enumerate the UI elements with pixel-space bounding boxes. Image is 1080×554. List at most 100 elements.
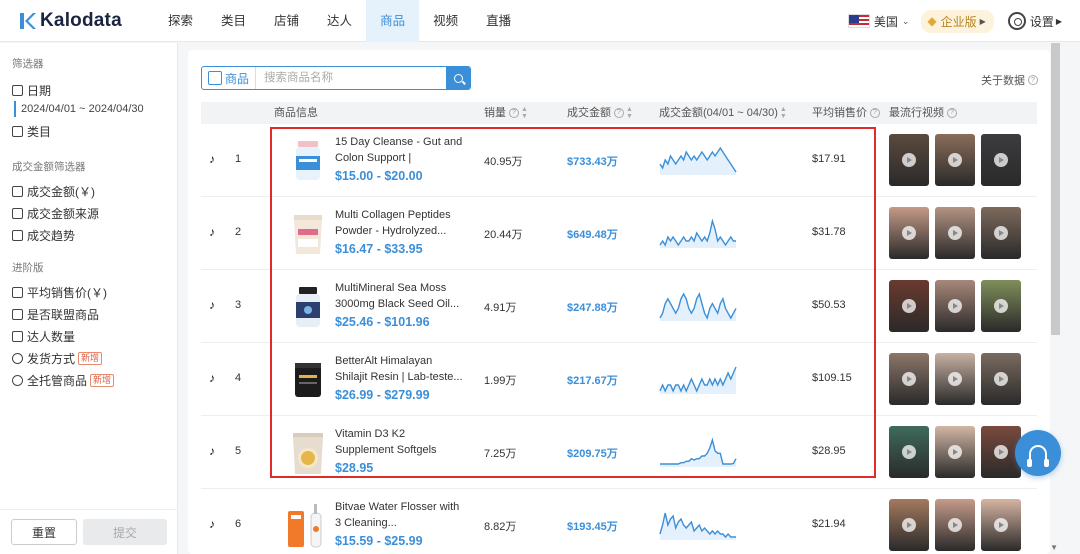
product-thumbnail[interactable] bbox=[285, 282, 331, 330]
col-trend[interactable]: 成交金额(04/01 ~ 04/30) ▲ ▼ bbox=[659, 102, 787, 124]
product-thumbnail[interactable] bbox=[285, 501, 331, 549]
nav-item[interactable]: 视频 bbox=[419, 0, 472, 42]
video-thumbnail[interactable] bbox=[889, 134, 929, 186]
nav-item[interactable]: 达人 bbox=[313, 0, 366, 42]
col-product-label: 商品信息 bbox=[274, 107, 318, 119]
video-thumbnail[interactable] bbox=[935, 134, 975, 186]
chevron-down-icon[interactable]: ⌄ bbox=[902, 16, 910, 27]
rank-number: 4 bbox=[235, 372, 242, 384]
grid-icon bbox=[12, 125, 23, 137]
scrollbar-thumb[interactable] bbox=[1051, 43, 1060, 335]
product-name[interactable]: Vitamin D3 K2 Supplement Softgels bbox=[335, 426, 465, 458]
brand-logo[interactable]: Kalodata bbox=[18, 10, 148, 32]
col-avg-price[interactable]: 平均销售价? bbox=[812, 102, 880, 124]
product-thumbnail[interactable] bbox=[285, 209, 331, 257]
sort-icon[interactable]: ▲ ▼ bbox=[521, 106, 528, 120]
cube-icon bbox=[208, 71, 222, 85]
link-icon bbox=[12, 308, 23, 320]
video-thumbnail[interactable] bbox=[935, 280, 975, 332]
revenue-value: $733.43万 bbox=[567, 156, 618, 168]
table-row[interactable]: ♪ 3 MultiMineral Sea Moss 3000mg Black See… bbox=[201, 270, 1037, 343]
nav-item[interactable]: 探索 bbox=[154, 0, 207, 42]
submit-button[interactable]: 提交 bbox=[83, 519, 167, 545]
video-thumbnail[interactable] bbox=[981, 134, 1021, 186]
scroll-down-icon[interactable]: ▼ bbox=[1050, 543, 1058, 552]
product-name[interactable]: Multi Collagen Peptides Powder - Hydroly… bbox=[335, 207, 465, 239]
reset-button[interactable]: 重置 bbox=[11, 519, 77, 545]
col-revenue[interactable]: 成交金额? ▲ ▼ bbox=[567, 102, 633, 124]
search-icon bbox=[453, 73, 463, 83]
support-button[interactable] bbox=[1015, 430, 1061, 476]
us-flag-icon[interactable] bbox=[847, 14, 870, 28]
kalodata-logo-icon bbox=[20, 12, 36, 29]
video-thumbnail[interactable] bbox=[935, 499, 975, 551]
sort-icon[interactable]: ▲ ▼ bbox=[780, 106, 787, 120]
average-price: $109.15 bbox=[812, 372, 852, 384]
rank-number: 5 bbox=[235, 445, 242, 457]
settings-menu[interactable]: 设置 ▶ bbox=[1007, 12, 1062, 30]
video-thumbnail[interactable] bbox=[889, 426, 929, 478]
product-thumbnail[interactable] bbox=[285, 428, 331, 476]
nav-item[interactable]: 商品 bbox=[366, 0, 420, 42]
product-name[interactable]: 15 Day Cleanse - Gut and Colon Support |… bbox=[335, 134, 465, 166]
sort-icon[interactable]: ▲ ▼ bbox=[626, 106, 633, 120]
advanced-filter-item[interactable]: 全托管商品 新增 bbox=[0, 369, 177, 391]
video-thumbnail[interactable] bbox=[981, 280, 1021, 332]
region-selector[interactable]: 美国 bbox=[874, 13, 898, 30]
product-thumbnail[interactable] bbox=[285, 355, 331, 403]
revenue-filter-item[interactable]: 成交金额(￥) bbox=[0, 180, 177, 202]
video-thumbnail[interactable] bbox=[981, 207, 1021, 259]
table-row[interactable]: ♪ 2 Multi Collagen Peptides Powder - Hydro… bbox=[201, 197, 1037, 270]
product-name[interactable]: BetterAlt Himalayan Shilajit Resin | Lab… bbox=[335, 353, 465, 385]
category-filter[interactable]: 类目 bbox=[0, 120, 177, 142]
search-type-selector[interactable]: 商品 bbox=[202, 67, 257, 89]
product-name[interactable]: Bitvae Water Flosser with 3 Cleaning... bbox=[335, 499, 465, 531]
advanced-filter-label: 发货方式 bbox=[27, 351, 76, 366]
video-thumbnail[interactable] bbox=[889, 280, 929, 332]
sales-volume: 4.91万 bbox=[484, 302, 517, 314]
advanced-filter-item[interactable]: 达人数量 bbox=[0, 325, 177, 347]
revenue-filter-label: 成交金额来源 bbox=[27, 206, 100, 221]
about-data-link[interactable]: 关于数据 ? bbox=[981, 72, 1038, 88]
advanced-filter-item[interactable]: 是否联盟商品 bbox=[0, 303, 177, 325]
table-row[interactable]: ♪ 1 15 Day Cleanse - Gut and Colon Support… bbox=[201, 124, 1037, 197]
nav-item[interactable]: 类目 bbox=[207, 0, 260, 42]
video-thumbnail[interactable] bbox=[889, 207, 929, 259]
revenue-filter-item[interactable]: 成交金额来源 bbox=[0, 202, 177, 224]
date-range-value[interactable]: 2024/04/01 ~ 2024/04/30 bbox=[14, 101, 177, 117]
video-thumbnail[interactable] bbox=[981, 353, 1021, 405]
nav-item[interactable]: 直播 bbox=[472, 0, 525, 42]
table-row[interactable]: ♪ 4 BetterAlt Himalayan Shilajit Resin | L… bbox=[201, 343, 1037, 416]
price-tag-icon bbox=[12, 286, 23, 298]
video-thumbnail[interactable] bbox=[935, 353, 975, 405]
nav-item[interactable]: 店铺 bbox=[260, 0, 313, 42]
tiktok-icon: ♪ bbox=[209, 225, 215, 239]
revenue-value: $649.48万 bbox=[567, 229, 618, 241]
advanced-filter-label: 平均销售价(￥) bbox=[27, 285, 107, 300]
tiktok-icon: ♪ bbox=[209, 371, 215, 385]
col-sales[interactable]: 销量? ▲ ▼ bbox=[484, 102, 528, 124]
video-thumbnail[interactable] bbox=[935, 426, 975, 478]
table-row[interactable]: ♪ 6 Bitvae Water Flosser with 3 Cleaning..… bbox=[201, 489, 1037, 554]
category-filter-label: 类目 bbox=[27, 124, 52, 139]
col-avg-price-label: 平均销售价 bbox=[812, 107, 867, 119]
product-thumbnail[interactable] bbox=[285, 136, 331, 184]
search-input[interactable] bbox=[256, 67, 446, 89]
date-filter-label: 日期 bbox=[27, 83, 52, 98]
play-icon bbox=[948, 299, 962, 313]
video-thumbnail[interactable] bbox=[889, 353, 929, 405]
video-thumbnail[interactable] bbox=[935, 207, 975, 259]
product-name[interactable]: MultiMineral Sea Moss 3000mg Black Seed … bbox=[335, 280, 465, 312]
revenue-filter-item[interactable]: 成交趋势 bbox=[0, 224, 177, 246]
play-icon bbox=[994, 226, 1008, 240]
sales-volume: 8.82万 bbox=[484, 521, 517, 533]
table-row[interactable]: ♪ 5 Vitamin D3 K2 Supplement Softgels $28.9… bbox=[201, 416, 1037, 489]
search-button[interactable] bbox=[446, 67, 470, 89]
enterprise-badge[interactable]: ◆ 企业版 ▶ bbox=[921, 9, 994, 33]
advanced-filter-item[interactable]: 发货方式 新增 bbox=[0, 347, 177, 369]
video-thumbnail[interactable] bbox=[981, 499, 1021, 551]
advanced-filter-item[interactable]: 平均销售价(￥) bbox=[0, 281, 177, 303]
video-thumbnail[interactable] bbox=[889, 499, 929, 551]
sparkline-area bbox=[660, 148, 736, 175]
date-filter[interactable]: 日期 bbox=[0, 79, 177, 101]
